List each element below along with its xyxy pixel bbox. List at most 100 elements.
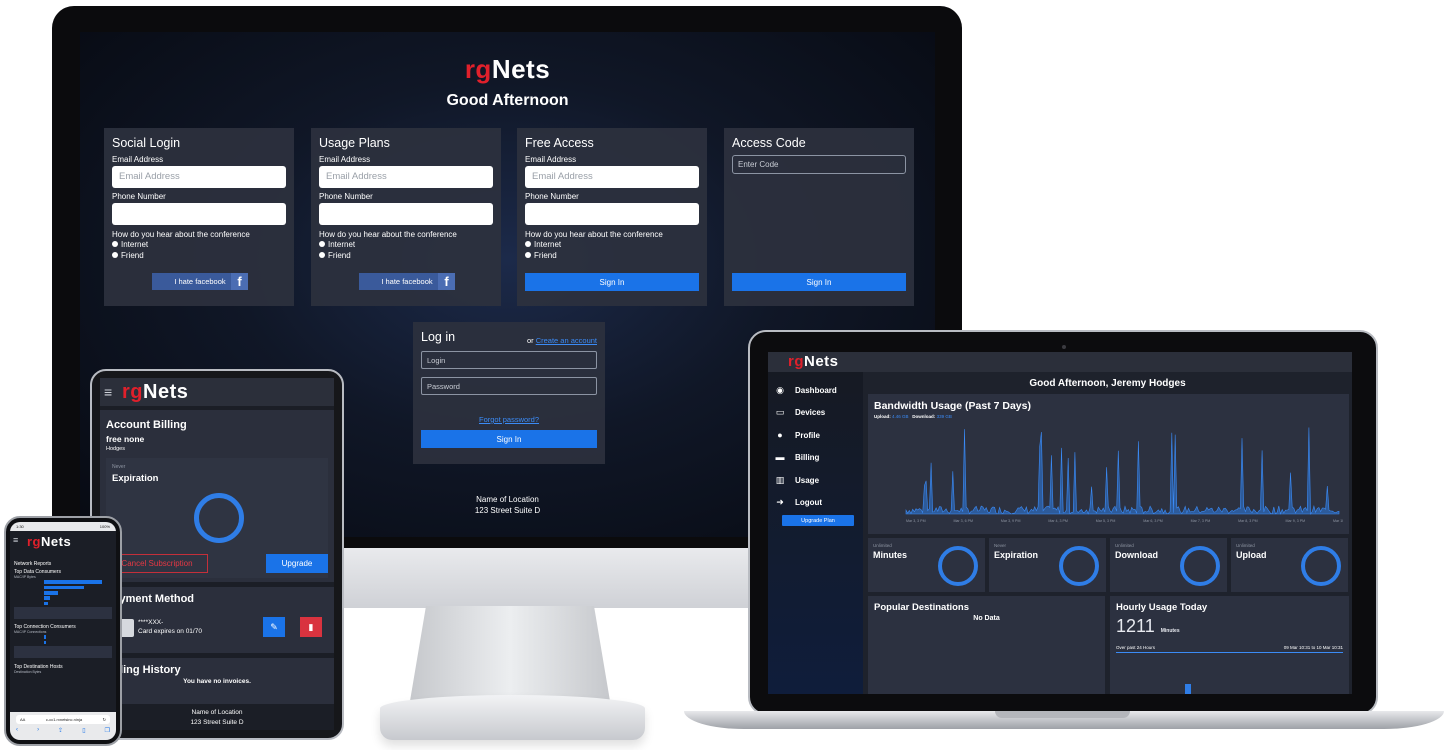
menu-icon[interactable]: ≡ <box>13 535 18 545</box>
download-series-area <box>905 427 1340 515</box>
sidebar-item-profile[interactable]: ● Profile <box>774 430 820 440</box>
dashboard-icon: ◉ <box>776 385 784 395</box>
ring-gauge <box>194 493 244 543</box>
ring-gauge <box>1301 546 1341 586</box>
sidebar-item-devices[interactable]: ▭ Devices <box>774 407 826 417</box>
expiration-stat: Never Expiration <box>989 538 1106 592</box>
radio-friend[interactable]: Friend <box>525 250 699 261</box>
panel-title: Bandwidth Usage (Past 7 Days) <box>874 400 1031 412</box>
login-card: Log in or Create an account Login Passwo… <box>413 322 605 464</box>
stat-caption: Never <box>112 464 126 470</box>
share-icon[interactable]: ⇪ <box>58 727 63 734</box>
bandwidth-panel: Bandwidth Usage (Past 7 Days) Upload: 4.… <box>868 394 1349 534</box>
laptop-screen: rgNets ◉ Dashboard ▭ Devices ● Profile ▬ Bil… <box>768 352 1352 694</box>
facebook-button[interactable]: I hate facebook f <box>152 273 248 290</box>
radio-internet[interactable]: Internet <box>319 239 493 250</box>
card-icon: ▬ <box>775 452 785 462</box>
email-field[interactable]: Email Address <box>319 166 493 188</box>
table-row[interactable] <box>14 590 112 595</box>
sidebar-item-billing[interactable]: ▬ Billing <box>774 452 820 462</box>
table-row[interactable] <box>14 635 112 640</box>
usage-plans-card: Usage Plans Email Address Email Address … <box>311 128 501 306</box>
radio-internet[interactable]: Internet <box>112 239 286 250</box>
card-title: Social Login <box>112 136 181 150</box>
x-tick-label: Mar 8, 3 PM <box>1238 519 1258 523</box>
card-expiry: Card expires on 01/70 <box>138 628 202 635</box>
table-row[interactable] <box>14 601 112 606</box>
stat-title: Expiration <box>112 473 159 484</box>
card-title: Billing History <box>106 664 181 676</box>
page-title: Network Reports <box>14 561 52 567</box>
social-login-card: Social Login Email Address Email Address… <box>104 128 294 306</box>
column-label: MAC/IP Bytes <box>14 575 36 579</box>
laptop-notch <box>995 711 1130 718</box>
password-field[interactable]: Password <box>421 377 597 395</box>
top-bar: ≡ rgNets <box>100 378 334 406</box>
download-stat: Unlimited Download <box>1110 538 1227 592</box>
brand-logo: rgNets <box>788 353 839 370</box>
edit-icon[interactable]: ✎ <box>263 617 285 637</box>
sidebar-item-dashboard[interactable]: ◉ Dashboard <box>774 385 837 395</box>
list-item <box>14 645 112 658</box>
create-account-link[interactable]: Create an account <box>536 336 597 345</box>
phone-field[interactable] <box>319 203 493 225</box>
tablet-screen: ≡ rgNets Account Billing free none Hodge… <box>100 378 334 730</box>
address-bar[interactable]: AA c-cc1.rxnetsinc.ninja ↻ <box>16 715 110 724</box>
minutes-stat: Unlimited Minutes <box>868 538 985 592</box>
monitor-icon: ▭ <box>775 407 785 417</box>
free-access-card: Free Access Email Address Email Address … <box>517 128 707 306</box>
network-reports: Network Reports Top Data Consumers MAC/I… <box>10 555 116 710</box>
radio-friend[interactable]: Friend <box>112 250 286 261</box>
refresh-icon[interactable]: ↻ <box>103 717 106 722</box>
phone-label: Phone Number <box>525 192 579 201</box>
radio-friend[interactable]: Friend <box>319 250 493 261</box>
phone-field[interactable] <box>525 203 699 225</box>
x-tick-label: Mar 7, 3 PM <box>1191 519 1211 523</box>
radio-internet[interactable]: Internet <box>525 239 699 250</box>
create-account-text: or Create an account <box>526 336 597 345</box>
forgot-password-link[interactable]: Forgot password? <box>413 415 605 424</box>
sidebar-item-usage[interactable]: ▥ Usage <box>774 475 819 485</box>
facebook-icon: f <box>438 273 455 290</box>
table-row[interactable] <box>14 585 112 590</box>
facebook-button[interactable]: I hate facebook f <box>359 273 455 290</box>
sign-in-button[interactable]: Sign In <box>525 273 699 291</box>
menu-icon[interactable]: ≡ <box>104 384 112 400</box>
account-billing-card: Account Billing free none Hodges Never E… <box>100 410 334 582</box>
brand-logo: rgNets <box>122 381 189 403</box>
upgrade-plan-button[interactable]: Upgrade Plan <box>782 515 854 526</box>
bookmarks-icon[interactable]: ▯ <box>82 727 85 734</box>
table-row[interactable] <box>14 596 112 601</box>
brand-logo: rgNets <box>27 534 72 549</box>
monitor-foot <box>380 695 645 740</box>
dashboard-greeting: Good Afternoon, Jeremy Hodges <box>1029 378 1186 389</box>
email-field[interactable]: Email Address <box>525 166 699 188</box>
email-label: Email Address <box>112 155 164 164</box>
sign-in-button[interactable]: Sign In <box>732 273 906 291</box>
popular-destinations-panel: Popular Destinations No Data <box>868 596 1105 694</box>
login-button[interactable]: Sign In <box>421 430 597 448</box>
back-icon[interactable]: ‹ <box>16 727 18 734</box>
x-tick-label: Mar 10, 3 PM <box>1333 519 1343 523</box>
access-code-field[interactable]: Enter Code <box>732 155 906 174</box>
camera-icon <box>1062 345 1066 349</box>
x-tick-label: Mar 4, 3 PM <box>1048 519 1068 523</box>
email-field[interactable]: Email Address <box>112 166 286 188</box>
empty-state: No Data <box>973 615 1000 622</box>
phone-label: Phone Number <box>319 192 373 201</box>
ring-gauge <box>1180 546 1220 586</box>
chart-line <box>1116 652 1343 653</box>
x-tick-label: Mar 9, 3 PM <box>1286 519 1306 523</box>
bandwidth-chart: Mar 3, 3 PM Mar 3, 6 PM Mar 3, 9 PM Mar 4, … <box>905 427 1343 523</box>
email-label: Email Address <box>525 155 577 164</box>
phone-field[interactable] <box>112 203 286 225</box>
trash-icon[interactable]: ▮ <box>300 617 322 637</box>
sidebar-item-logout[interactable]: ➜ Logout <box>774 497 822 507</box>
login-field[interactable]: Login <box>421 351 597 369</box>
survey-question: How do you hear about the conference <box>112 230 250 239</box>
forward-icon[interactable]: › <box>37 727 39 734</box>
table-row[interactable] <box>14 580 112 585</box>
table-row[interactable] <box>14 640 112 645</box>
tabs-icon[interactable]: ❐ <box>105 727 110 734</box>
upgrade-button[interactable]: Upgrade <box>266 554 328 573</box>
